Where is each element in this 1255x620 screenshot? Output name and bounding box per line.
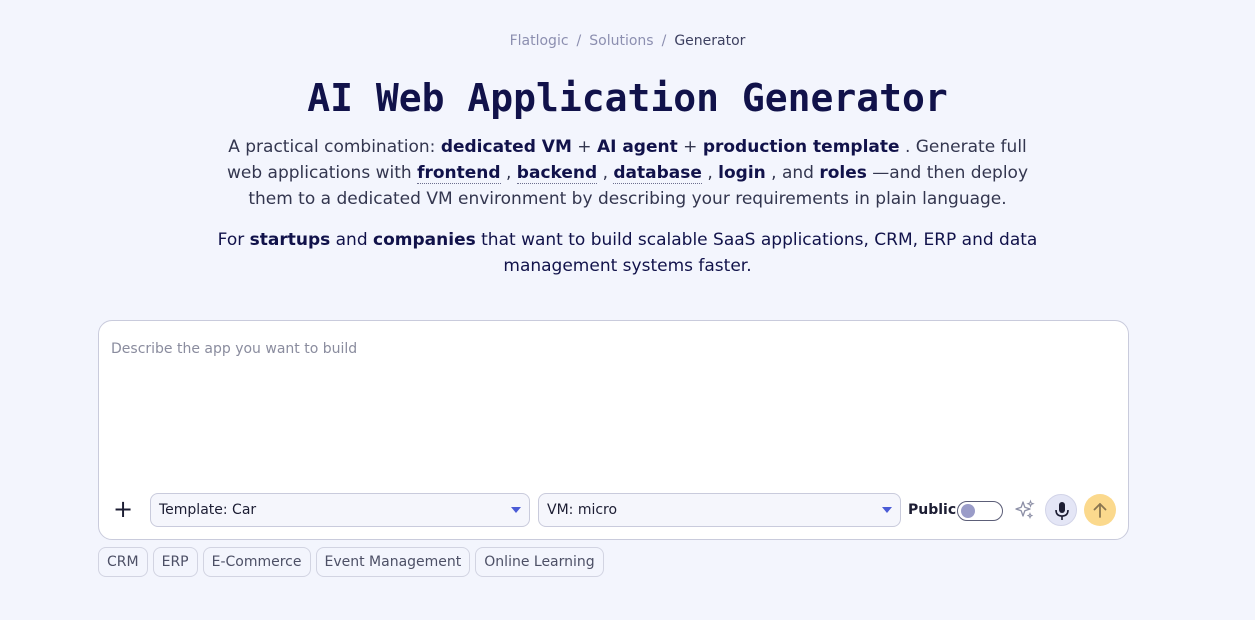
chip-crm[interactable]: CRM (98, 547, 148, 577)
intro-bold-roles: roles (819, 163, 867, 183)
caret-down-icon (511, 507, 521, 513)
intro-text: + (571, 137, 597, 157)
intro-text: , (597, 163, 614, 183)
link-backend[interactable]: backend (516, 163, 598, 184)
intro-text: A practical combination: (228, 137, 441, 157)
page-title: AI Web Application Generator (307, 76, 948, 120)
prompt-box: + Template: Car VM: micro Public (98, 320, 1129, 540)
suggestion-chips: CRM ERP E-Commerce Event Management Onli… (98, 547, 604, 577)
template-select[interactable]: Template: Car (150, 493, 530, 527)
tagline-text: that want to build scalable SaaS applica… (475, 230, 1038, 276)
intro-text: , and (765, 163, 820, 183)
tagline-text: and (330, 230, 374, 250)
add-button[interactable]: + (111, 495, 135, 523)
intro-bold-template: production template (702, 137, 900, 157)
microphone-icon (1055, 502, 1069, 520)
link-frontend[interactable]: frontend (417, 163, 501, 184)
sparkle-icon (1015, 499, 1035, 520)
intro-text: , (701, 163, 719, 183)
caret-down-icon (882, 507, 892, 513)
tagline-bold-startups: startups (249, 230, 331, 250)
intro-bold-agent: AI agent (596, 137, 678, 157)
sparkle-button[interactable] (1014, 499, 1036, 521)
public-label: Public (908, 502, 957, 518)
vm-select-value: VM: micro (547, 502, 618, 518)
breadcrumb-item-flatlogic[interactable]: Flatlogic (510, 33, 569, 49)
intro-bold-vm: dedicated VM (440, 137, 572, 157)
intro-bold-login: login (718, 163, 766, 183)
vm-select[interactable]: VM: micro (538, 493, 901, 527)
plus-icon: + (112, 495, 134, 523)
intro-text: , (500, 163, 517, 183)
chip-online-learning[interactable]: Online Learning (475, 547, 604, 577)
intro-text: + (677, 137, 703, 157)
microphone-button[interactable] (1045, 494, 1077, 526)
breadcrumb: Flatlogic / Solutions / Generator (0, 33, 1255, 49)
arrow-up-icon (1093, 503, 1107, 518)
link-database[interactable]: database (613, 163, 702, 184)
breadcrumb-separator: / (661, 33, 667, 49)
intro-paragraph: A practical combination: dedicated VM + … (210, 134, 1045, 212)
chip-e-commerce[interactable]: E-Commerce (202, 547, 311, 577)
toggle-knob (961, 504, 975, 518)
send-button[interactable] (1084, 494, 1116, 526)
public-toggle[interactable] (957, 501, 1003, 521)
tagline-bold-companies: companies (373, 230, 476, 250)
breadcrumb-item-solutions[interactable]: Solutions (589, 33, 653, 49)
tagline-text: For (217, 230, 250, 250)
chip-erp[interactable]: ERP (152, 547, 198, 577)
breadcrumb-separator: / (576, 33, 582, 49)
chip-event-management[interactable]: Event Management (315, 547, 471, 577)
template-select-value: Template: Car (159, 502, 257, 518)
prompt-input[interactable] (111, 341, 1111, 491)
tagline: For startups and companies that want to … (210, 227, 1045, 279)
breadcrumb-current: Generator (674, 33, 746, 49)
